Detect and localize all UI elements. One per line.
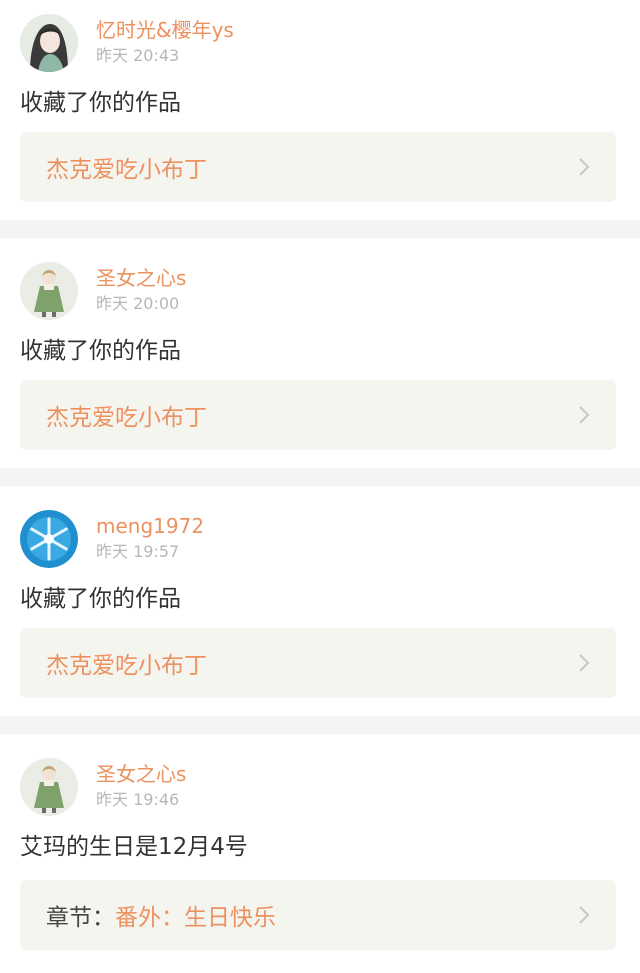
notification-feed: 忆时光&樱年ys 昨天 20:43 收藏了你的作品 杰克爱吃小布丁 圣女之心s … [0,0,640,973]
chapter-title: 番外：生日快乐 [115,905,276,931]
work-title: 杰克爱吃小布丁 [46,653,207,679]
notification-card: 忆时光&樱年ys 昨天 20:43 收藏了你的作品 杰克爱吃小布丁 [0,0,640,220]
chevron-right-icon [579,158,590,176]
timestamp: 昨天 19:46 [96,790,180,809]
avatar[interactable] [20,758,78,816]
notification-card: 圣女之心s 昨天 20:00 收藏了你的作品 杰克爱吃小布丁 [0,238,640,468]
timestamp: 昨天 19:57 [96,542,180,561]
avatar-snowflake-icon [20,510,78,568]
separator [0,716,640,734]
work-link[interactable]: 杰克爱吃小布丁 [20,132,616,202]
timestamp: 昨天 20:00 [96,294,180,313]
avatar[interactable] [20,510,78,568]
notification-card: 圣女之心s 昨天 19:46 艾玛的生日是12月4号 章节： 番外：生日快乐 [0,734,640,973]
username[interactable]: 忆时光&樱年ys [96,18,234,42]
avatar-green-dress-icon [20,758,78,816]
avatar-girl-icon [20,14,78,72]
separator [0,468,640,486]
username[interactable]: meng1972 [96,514,204,538]
work-title: 杰克爱吃小布丁 [46,157,207,183]
chevron-right-icon [579,906,590,924]
timestamp: 昨天 20:43 [96,46,180,65]
work-title: 杰克爱吃小布丁 [46,405,207,431]
username[interactable]: 圣女之心s [96,762,186,786]
notification-message: 收藏了你的作品 [20,338,181,364]
notification-message: 艾玛的生日是12月4号 [20,834,248,860]
avatar[interactable] [20,14,78,72]
work-link[interactable]: 杰克爱吃小布丁 [20,380,616,450]
notification-message: 收藏了你的作品 [20,90,181,116]
separator [0,220,640,238]
username[interactable]: 圣女之心s [96,266,186,290]
chapter-link[interactable]: 章节： 番外：生日快乐 [20,880,616,950]
chevron-right-icon [579,406,590,424]
notification-card: meng1972 昨天 19:57 收藏了你的作品 杰克爱吃小布丁 [0,486,640,716]
work-link[interactable]: 杰克爱吃小布丁 [20,628,616,698]
avatar[interactable] [20,262,78,320]
notification-message: 收藏了你的作品 [20,586,181,612]
avatar-green-dress-icon [20,262,78,320]
chapter-label: 章节： [46,905,115,931]
chevron-right-icon [579,654,590,672]
